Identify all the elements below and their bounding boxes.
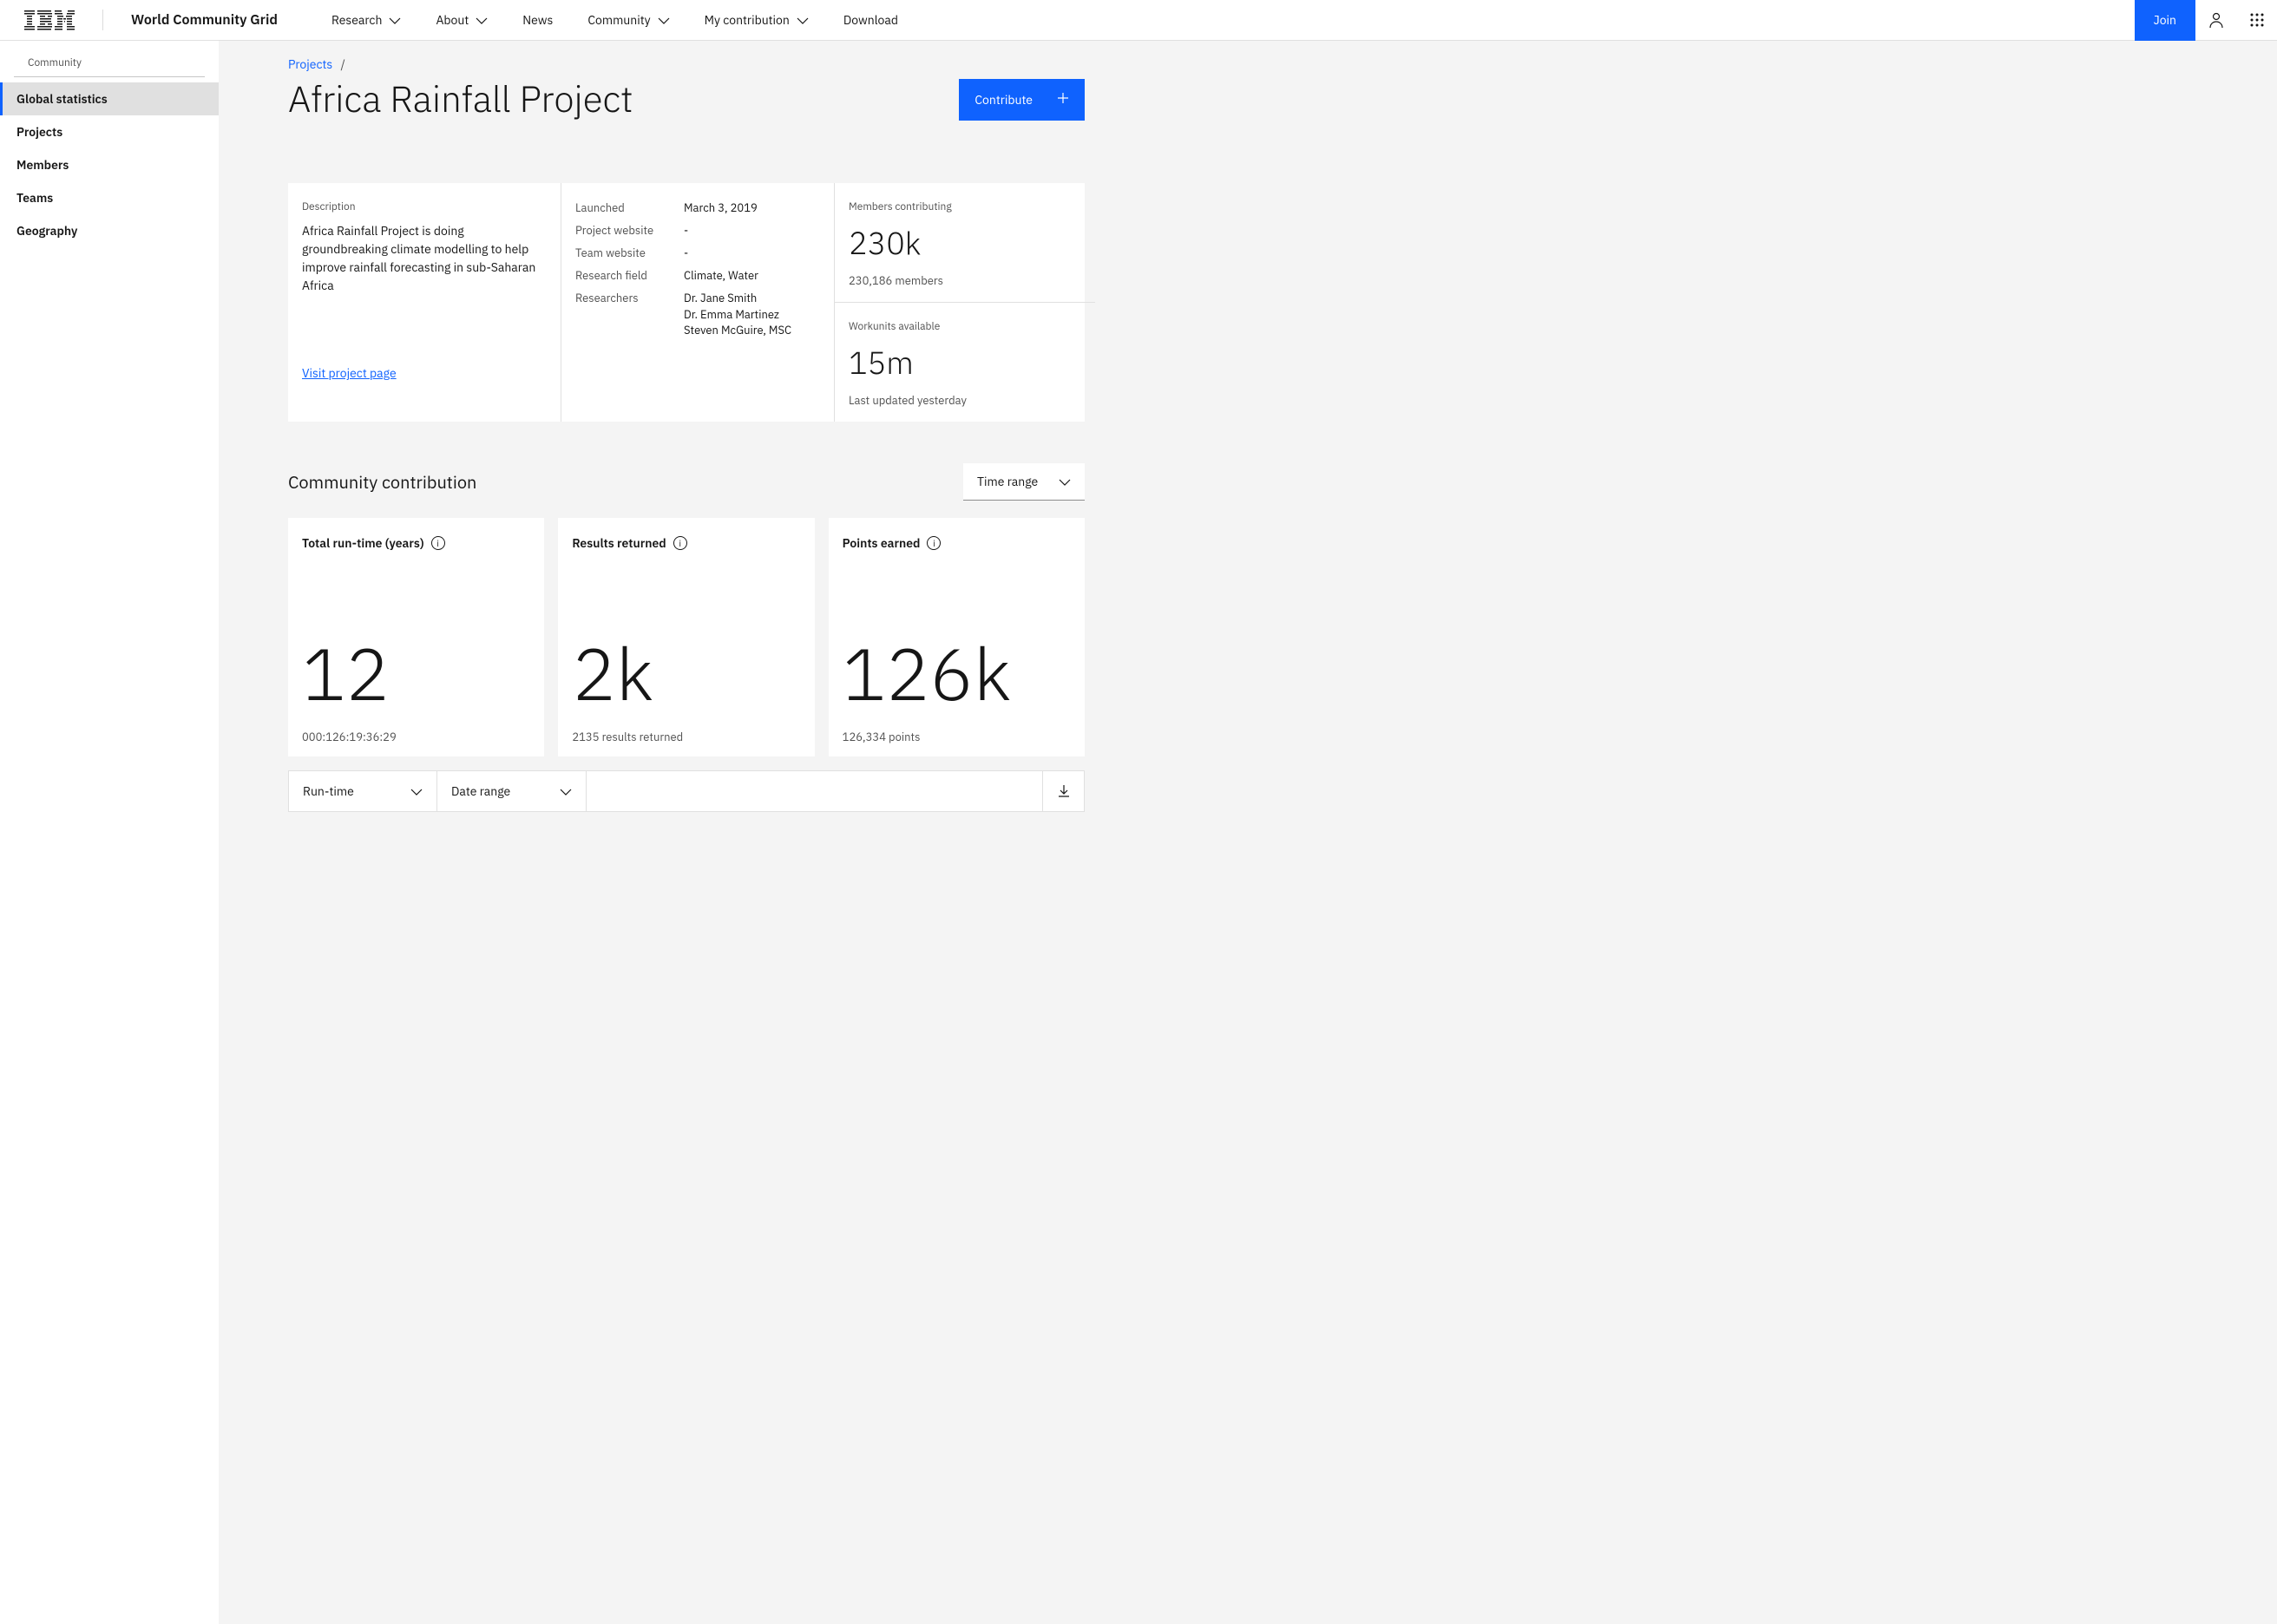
description-text: Africa Rainfall Project is doing groundb… — [302, 222, 547, 295]
meta-row: Project website- — [575, 223, 820, 238]
join-button[interactable]: Join — [2135, 0, 2195, 41]
chart-area — [587, 770, 1043, 812]
sidebar-item-members[interactable]: Members — [0, 148, 219, 181]
card-footer: 000:126:19:36:29 — [302, 730, 530, 744]
stat-workunits-sub: Last updated yesterday — [849, 393, 1081, 408]
card-footer: 126,334 points — [843, 730, 1071, 744]
card-footer: 2135 results returned — [572, 730, 800, 744]
nav-about[interactable]: About — [420, 0, 503, 41]
main-nav: ResearchAboutNewsCommunityMy contributio… — [316, 0, 914, 41]
nav-download[interactable]: Download — [828, 0, 914, 41]
card-title: Points earned — [843, 535, 921, 551]
stat-members-label: Members contributing — [849, 200, 1081, 213]
brand-title[interactable]: World Community Grid — [114, 11, 295, 29]
chart-controls: Run-time Date range — [288, 770, 1085, 812]
breadcrumb-sep: / — [341, 56, 345, 72]
user-icon[interactable] — [2195, 0, 2236, 41]
metadata-cell: LaunchedMarch 3, 2019 Project website- Tea… — [561, 183, 835, 422]
card-value: 2k — [572, 638, 800, 710]
sidebar-item-projects[interactable]: Projects — [0, 115, 219, 148]
chevron-down-icon — [476, 12, 488, 28]
meta-row-researchers: ResearchersDr. Jane SmithDr. Emma Martin… — [575, 291, 820, 338]
header: World Community Grid ResearchAboutNewsCo… — [0, 0, 2277, 41]
info-icon[interactable]: i — [431, 536, 445, 550]
nav-community[interactable]: Community — [572, 0, 685, 41]
chevron-down-icon — [410, 783, 423, 799]
breadcrumb: Projects / — [288, 56, 1085, 72]
download-button[interactable] — [1043, 770, 1085, 812]
chevron-down-icon — [797, 12, 809, 28]
nav-my-contribution[interactable]: My contribution — [689, 0, 824, 41]
chevron-down-icon — [1059, 474, 1071, 489]
chevron-down-icon — [560, 783, 572, 799]
meta-row: Team website- — [575, 246, 820, 260]
card-title: Total run-time (years) — [302, 535, 424, 551]
stat-members-sub: 230,186 members — [849, 273, 1081, 288]
description-label: Description — [302, 200, 547, 213]
apps-icon[interactable] — [2236, 0, 2277, 41]
time-range-dropdown[interactable]: Time range — [963, 463, 1085, 501]
stat-members: Members contributing 230k 230,186 member… — [835, 183, 1095, 303]
page-title: Africa Rainfall Project — [288, 77, 959, 121]
stat-workunits: Workunits available 15m Last updated yes… — [835, 303, 1095, 422]
chevron-down-icon — [389, 12, 401, 28]
stat-card: Results returned i 2k 2135 results returned — [558, 518, 814, 756]
plus-icon — [1057, 92, 1069, 108]
stat-members-num: 230k — [849, 222, 1081, 263]
info-icon[interactable]: i — [927, 536, 941, 550]
sidebar-item-teams[interactable]: Teams — [0, 181, 219, 214]
main-content: Projects / Africa Rainfall Project Contr… — [219, 41, 1112, 1624]
contribute-label: Contribute — [974, 92, 1033, 108]
sidebar-item-global-statistics[interactable]: Global statistics — [0, 82, 219, 115]
card-value: 12 — [302, 638, 530, 710]
stat-workunits-num: 15m — [849, 342, 1081, 383]
visit-project-link[interactable]: Visit project page — [302, 365, 397, 381]
stat-workunits-label: Workunits available — [849, 320, 1081, 333]
daterange-dropdown[interactable]: Date range — [437, 770, 587, 812]
sidebar-item-geography[interactable]: Geography — [0, 214, 219, 247]
stat-card: Points earned i 126k 126,334 points — [829, 518, 1085, 756]
divider — [102, 10, 103, 30]
description-cell: Description Africa Rainfall Project is d… — [288, 183, 561, 422]
sidebar: Community Global statisticsProjectsMembe… — [0, 41, 219, 1624]
daterange-dd-label: Date range — [451, 783, 510, 799]
runtime-dd-label: Run-time — [303, 783, 354, 799]
section-title: Community contribution — [288, 470, 963, 494]
stats-cell: Members contributing 230k 230,186 member… — [835, 183, 1095, 422]
runtime-dropdown[interactable]: Run-time — [288, 770, 437, 812]
chevron-down-icon — [658, 12, 670, 28]
info-panel: Description Africa Rainfall Project is d… — [288, 183, 1085, 422]
breadcrumb-root[interactable]: Projects — [288, 56, 332, 72]
info-icon[interactable]: i — [673, 536, 687, 550]
contribute-button[interactable]: Contribute — [959, 79, 1085, 121]
sidebar-label: Community — [14, 49, 205, 77]
card-title: Results returned — [572, 535, 666, 551]
ibm-logo[interactable] — [0, 10, 92, 30]
card-value: 126k — [843, 638, 1071, 710]
time-range-label: Time range — [977, 474, 1038, 489]
nav-news[interactable]: News — [507, 0, 568, 41]
nav-research[interactable]: Research — [316, 0, 417, 41]
stat-card: Total run-time (years) i 12 000:126:19:36:2… — [288, 518, 544, 756]
meta-row: Research fieldClimate, Water — [575, 268, 820, 283]
meta-row: LaunchedMarch 3, 2019 — [575, 200, 820, 215]
